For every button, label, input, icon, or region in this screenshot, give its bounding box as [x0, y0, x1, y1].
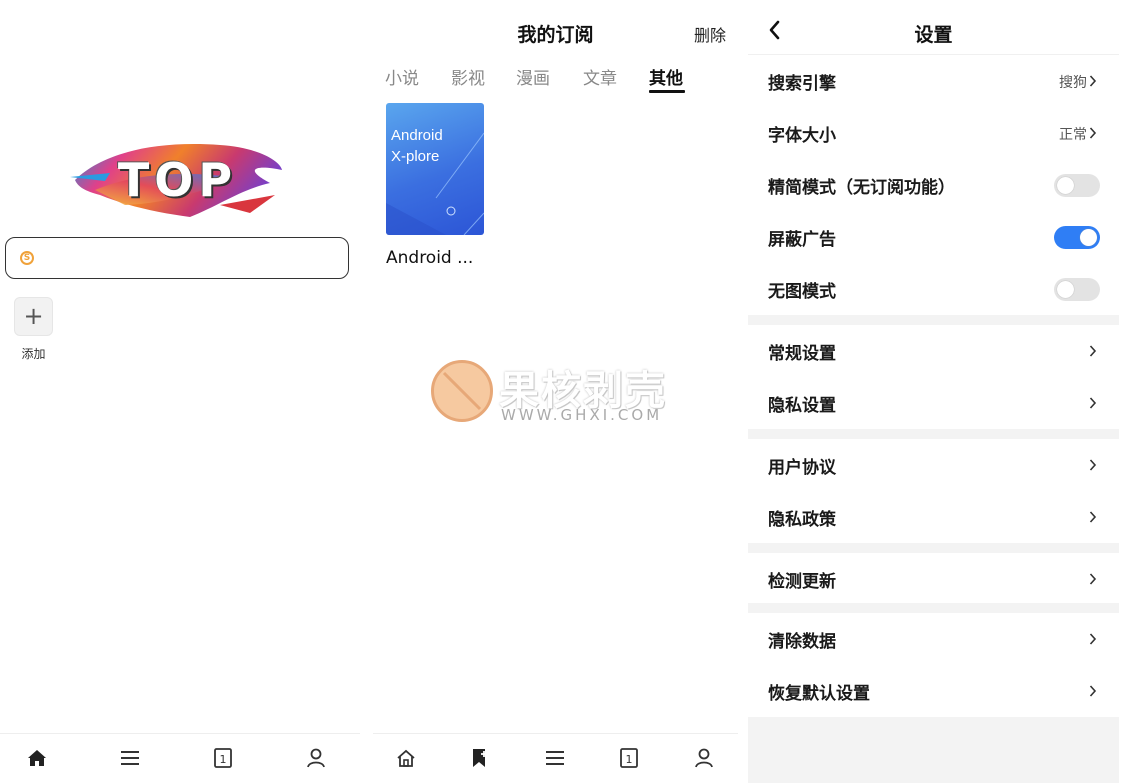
chevron-right-icon — [1089, 633, 1097, 645]
lite-mode-toggle[interactable] — [1054, 174, 1100, 197]
section-divider — [748, 603, 1119, 613]
watermark-logo-icon — [431, 360, 493, 422]
setting-check-update[interactable]: 检测更新 — [748, 553, 1119, 605]
setting-label: 搜索引擎 — [768, 74, 836, 94]
settings-footer — [748, 717, 1119, 783]
no-image-toggle[interactable] — [1054, 278, 1100, 301]
plus-icon: + — [23, 302, 44, 330]
page-title: 我的订阅 — [517, 24, 594, 46]
setting-search-engine[interactable]: 搜索引擎 搜狗 — [748, 55, 1119, 107]
subscription-cover-text: Android X-plore — [391, 125, 443, 167]
setting-restore-defaults[interactable]: 恢复默认设置 — [748, 665, 1119, 717]
setting-label: 恢复默认设置 — [768, 684, 870, 704]
search-input[interactable]: S — [5, 237, 349, 279]
setting-value: 搜狗 — [1059, 75, 1087, 91]
setting-block-ads: 屏蔽广告 — [748, 211, 1119, 263]
menu-icon[interactable] — [119, 747, 141, 769]
menu-icon[interactable] — [544, 747, 566, 769]
profile-icon[interactable] — [305, 747, 327, 769]
tab-novel[interactable]: 小说 — [385, 64, 419, 89]
setting-user-agreement[interactable]: 用户协议 — [748, 439, 1119, 491]
watermark-en: WWW.GHXI.COM — [501, 406, 663, 424]
setting-general[interactable]: 常规设置 — [748, 325, 1119, 377]
chevron-right-icon — [1089, 685, 1097, 697]
tab-comic[interactable]: 漫画 — [516, 64, 550, 89]
svg-text:1: 1 — [220, 753, 227, 766]
home-icon[interactable] — [395, 747, 417, 769]
add-shortcut-label: 添加 — [21, 347, 46, 361]
setting-value: 正常 — [1059, 127, 1087, 143]
page-title: 设置 — [914, 24, 953, 46]
chevron-right-icon — [1089, 511, 1097, 523]
watermark: 果核剥壳 WWW.GHXI.COM — [431, 360, 701, 430]
tab-other[interactable]: 其他 — [649, 64, 683, 89]
home-panel: TOP S + 添加 1 — [0, 0, 360, 783]
setting-label: 屏蔽广告 — [768, 230, 836, 250]
bottom-nav: 1 — [373, 733, 738, 783]
subscriptions-panel: 我的订阅 删除 小说 影视 漫画 文章 其他 Android X-plore A… — [373, 0, 738, 783]
cover-decoration-icon — [386, 132, 484, 235]
sogou-icon[interactable]: S — [20, 251, 34, 265]
add-shortcut-button[interactable]: + — [14, 297, 53, 336]
setting-label: 清除数据 — [768, 632, 836, 652]
logo-text: TOP — [117, 153, 238, 207]
tab-video[interactable]: 影视 — [451, 64, 485, 89]
profile-icon[interactable] — [693, 747, 715, 769]
chevron-right-icon — [1089, 397, 1097, 409]
bookmark-add-icon[interactable] — [469, 747, 491, 769]
setting-font-size[interactable]: 字体大小 正常 — [748, 107, 1119, 159]
settings-panel: 设置 搜索引擎 搜狗 字体大小 正常 精简模式（无订阅功能） 屏蔽广告 无图模式… — [748, 0, 1119, 783]
setting-label: 隐私政策 — [768, 510, 836, 530]
delete-button[interactable]: 删除 — [694, 22, 726, 46]
setting-clear-data[interactable]: 清除数据 — [748, 613, 1119, 665]
home-icon[interactable] — [26, 747, 48, 769]
setting-label: 检测更新 — [768, 572, 836, 592]
tabs-icon[interactable]: 1 — [212, 747, 234, 769]
chevron-right-icon — [1089, 75, 1097, 87]
cover-line-2: X-plore — [391, 148, 440, 165]
setting-label: 常规设置 — [768, 344, 836, 364]
setting-label: 隐私设置 — [768, 396, 836, 416]
bottom-nav: 1 — [0, 733, 360, 783]
setting-no-image-mode: 无图模式 — [748, 263, 1119, 315]
setting-privacy[interactable]: 隐私设置 — [748, 377, 1119, 429]
active-tab-indicator — [649, 90, 685, 93]
setting-lite-mode: 精简模式（无订阅功能） — [748, 159, 1119, 211]
setting-privacy-policy[interactable]: 隐私政策 — [748, 491, 1119, 543]
chevron-right-icon — [1089, 127, 1097, 139]
setting-label: 字体大小 — [768, 126, 836, 146]
setting-label: 无图模式 — [768, 282, 836, 302]
top-logo: TOP — [70, 135, 285, 225]
chevron-right-icon — [1089, 573, 1097, 585]
chevron-right-icon — [1089, 459, 1097, 471]
cover-line-1: Android — [391, 127, 443, 144]
svg-text:1: 1 — [626, 753, 633, 766]
tab-article[interactable]: 文章 — [583, 64, 617, 89]
section-divider — [748, 315, 1119, 325]
setting-label: 精简模式（无订阅功能） — [768, 178, 955, 198]
setting-label: 用户协议 — [768, 458, 836, 478]
section-divider — [748, 429, 1119, 439]
subscription-name[interactable]: Android ... — [386, 248, 473, 268]
section-divider — [748, 543, 1119, 553]
subscription-card[interactable]: Android X-plore — [386, 103, 484, 235]
block-ads-toggle[interactable] — [1054, 226, 1100, 249]
chevron-right-icon — [1089, 345, 1097, 357]
tabs-icon[interactable]: 1 — [618, 747, 640, 769]
